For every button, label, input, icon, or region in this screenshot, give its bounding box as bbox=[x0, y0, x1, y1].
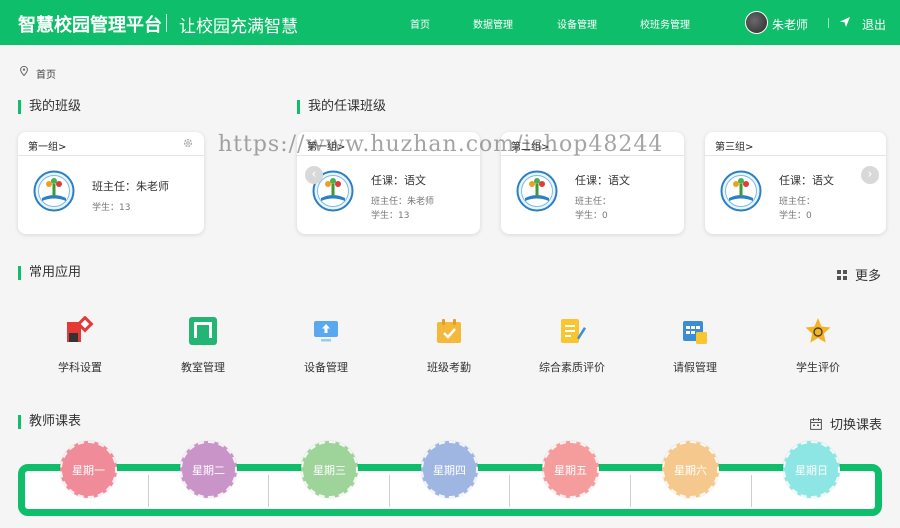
device-icon bbox=[314, 321, 338, 342]
attendance-icon bbox=[437, 319, 461, 343]
app-label: 综合素质评价 bbox=[539, 361, 605, 374]
app-quality-evaluation[interactable]: 综合素质评价 bbox=[522, 316, 622, 375]
nav-home[interactable]: 首页 bbox=[410, 16, 430, 31]
app-label: 学生评价 bbox=[796, 361, 840, 374]
card-header: 第一组> bbox=[18, 132, 204, 156]
app-class-attendance[interactable]: 班级考勤 bbox=[399, 316, 499, 375]
class-teacher: 班主任：朱老师 bbox=[92, 180, 169, 193]
nav-class-affairs[interactable]: 校班务管理 bbox=[640, 16, 690, 31]
carousel-prev-button[interactable]: ‹ bbox=[305, 166, 323, 184]
class-teacher: 班主任： bbox=[779, 197, 816, 207]
student-count: 学生：0 bbox=[575, 211, 608, 221]
class-badge-icon bbox=[33, 170, 75, 212]
subject-icon bbox=[67, 316, 94, 342]
breadcrumb-home[interactable]: 首页 bbox=[36, 66, 56, 81]
platform-title: 智慧校园管理平台 bbox=[18, 15, 162, 36]
quality-icon bbox=[561, 319, 586, 343]
day-saturday[interactable]: 星期六 bbox=[662, 441, 719, 498]
common-apps-heading: 常用应用 bbox=[18, 266, 81, 280]
app-student-evaluation[interactable]: 学生评价 bbox=[768, 316, 868, 375]
class-teacher: 班主任：朱老师 bbox=[371, 197, 435, 207]
app-label: 班级考勤 bbox=[427, 361, 471, 374]
send-icon[interactable] bbox=[839, 16, 851, 28]
course-name: 任课：语文 bbox=[371, 174, 426, 187]
class-badge-icon bbox=[720, 170, 762, 212]
class-badge-icon bbox=[516, 170, 558, 212]
app-label: 请假管理 bbox=[673, 361, 717, 374]
teaching-class-heading: 我的任课班级 bbox=[297, 100, 386, 114]
calendar-icon bbox=[810, 417, 822, 430]
app-device-management[interactable]: 设备管理 bbox=[276, 316, 376, 375]
day-friday[interactable]: 星期五 bbox=[542, 441, 599, 498]
card-header: 第三组> bbox=[705, 132, 886, 156]
location-pin-icon bbox=[20, 66, 28, 76]
day-monday[interactable]: 星期一 bbox=[60, 441, 117, 498]
course-name: 任课：语文 bbox=[779, 174, 834, 187]
day-divider bbox=[268, 475, 269, 507]
day-divider bbox=[630, 475, 631, 507]
title-divider bbox=[166, 14, 167, 32]
carousel-next-button[interactable]: › bbox=[861, 166, 879, 184]
day-divider bbox=[751, 475, 752, 507]
more-label: 更多 bbox=[855, 269, 882, 284]
logout-button[interactable]: 退出 bbox=[862, 16, 886, 33]
watermark: https://www.huzhan.com/ishop48244 bbox=[218, 132, 664, 157]
user-name[interactable]: 朱老师 bbox=[772, 16, 808, 33]
switch-timetable-link[interactable]: 切换课表 bbox=[810, 414, 882, 433]
nav-data-management[interactable]: 数据管理 bbox=[473, 16, 513, 31]
day-divider bbox=[389, 475, 390, 507]
teaching-class-card-3[interactable]: 第三组> 任课：语文 班主任： 学生：0 bbox=[705, 132, 886, 234]
my-class-card[interactable]: 第一组> 班主任：朱老师 学生：13 bbox=[18, 132, 204, 234]
day-wednesday[interactable]: 星期三 bbox=[301, 441, 358, 498]
student-count: 学生：0 bbox=[779, 211, 812, 221]
class-teacher: 班主任： bbox=[575, 197, 612, 207]
timetable-heading: 教师课表 bbox=[18, 415, 81, 429]
my-class-heading: 我的班级 bbox=[18, 100, 81, 114]
top-bar: 智慧校园管理平台 让校园充满智慧 首页 数据管理 设备管理 校班务管理 朱老师 … bbox=[0, 0, 900, 45]
more-apps-link[interactable]: 更多 bbox=[837, 265, 881, 284]
group-link[interactable]: 第一组> bbox=[28, 138, 66, 153]
group-link[interactable]: 第三组> bbox=[715, 138, 753, 153]
app-label: 教室管理 bbox=[181, 361, 225, 374]
day-tuesday[interactable]: 星期二 bbox=[180, 441, 237, 498]
classroom-icon bbox=[189, 317, 217, 345]
day-thursday[interactable]: 星期四 bbox=[421, 441, 478, 498]
app-leave-management[interactable]: 请假管理 bbox=[645, 316, 745, 375]
app-classroom-management[interactable]: 教室管理 bbox=[153, 316, 253, 375]
evaluate-icon bbox=[805, 318, 831, 343]
app-root: 智慧校园管理平台 让校园充满智慧 首页 数据管理 设备管理 校班务管理 朱老师 … bbox=[0, 0, 900, 528]
student-count: 学生：13 bbox=[371, 211, 410, 221]
gear-icon[interactable] bbox=[182, 137, 194, 149]
leave-icon bbox=[683, 321, 707, 344]
grid-icon bbox=[837, 269, 847, 280]
student-count: 学生：13 bbox=[92, 203, 131, 213]
day-sunday[interactable]: 星期日 bbox=[783, 441, 840, 498]
course-name: 任课：语文 bbox=[575, 174, 630, 187]
nav-device-management[interactable]: 设备管理 bbox=[557, 16, 597, 31]
switch-label: 切换课表 bbox=[830, 418, 883, 433]
app-label: 设备管理 bbox=[304, 361, 348, 374]
platform-slogan: 让校园充满智慧 bbox=[179, 17, 298, 37]
app-subject-settings[interactable]: 学科设置 bbox=[30, 316, 130, 375]
avatar[interactable] bbox=[745, 11, 768, 34]
header-divider bbox=[828, 18, 829, 28]
day-divider bbox=[148, 475, 149, 507]
app-label: 学科设置 bbox=[58, 361, 102, 374]
day-divider bbox=[509, 475, 510, 507]
